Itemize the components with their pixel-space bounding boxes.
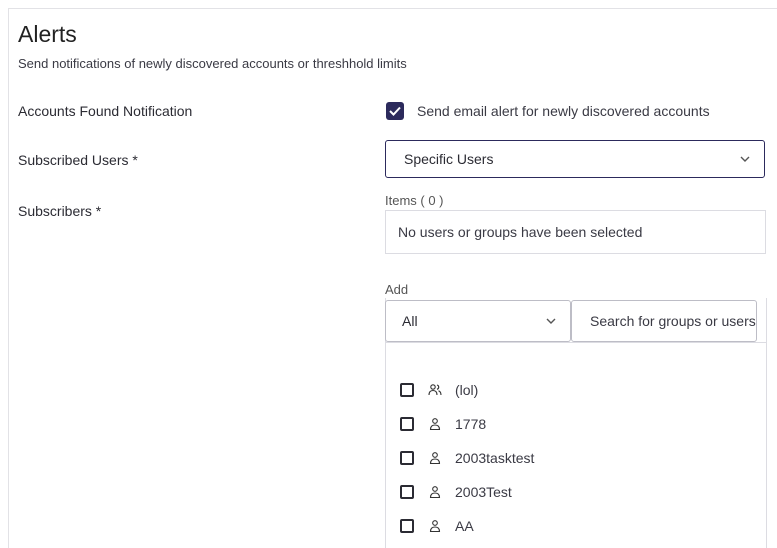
- divider: [766, 298, 767, 342]
- search-groups-users-input[interactable]: Search for groups or users: [571, 300, 757, 342]
- list-item-label: 2003tasktest: [455, 450, 535, 466]
- list-item[interactable]: 1778: [400, 413, 486, 435]
- accounts-found-label: Accounts Found Notification: [18, 103, 193, 119]
- subscribed-users-value: Specific Users: [404, 151, 494, 167]
- list-item-label: AA: [455, 518, 474, 534]
- chevron-down-icon: [546, 318, 556, 324]
- subscribers-label: Subscribers *: [18, 203, 102, 219]
- email-alert-checkbox[interactable]: [386, 102, 404, 120]
- subscribed-users-select[interactable]: Specific Users: [385, 140, 765, 178]
- selected-items-box: No users or groups have been selected: [385, 210, 766, 254]
- user-icon: [428, 451, 442, 465]
- list-item-label: 2003Test: [455, 484, 512, 500]
- divider: [385, 342, 767, 343]
- list-item-label: (lol): [455, 382, 479, 398]
- group-icon: [428, 383, 442, 397]
- list-item[interactable]: 2003Test: [400, 481, 512, 503]
- filter-type-select[interactable]: All: [385, 300, 571, 342]
- list-item-checkbox[interactable]: [400, 417, 414, 431]
- search-placeholder: Search for groups or users: [590, 313, 756, 329]
- list-item-label: 1778: [455, 416, 487, 432]
- filter-type-value: All: [402, 313, 418, 329]
- list-item-checkbox[interactable]: [400, 451, 414, 465]
- subscribed-users-label: Subscribed Users *: [18, 152, 138, 168]
- add-label: Add: [385, 282, 409, 297]
- list-item[interactable]: AA: [400, 515, 474, 537]
- items-count: Items ( 0 ): [385, 193, 444, 208]
- empty-selection-text: No users or groups have been selected: [398, 224, 643, 240]
- list-item-checkbox[interactable]: [400, 383, 414, 397]
- chevron-down-icon: [740, 156, 750, 162]
- user-icon: [428, 417, 442, 431]
- email-alert-label[interactable]: Send email alert for newly discovered ac…: [417, 103, 710, 119]
- list-item[interactable]: (lol): [400, 379, 478, 401]
- user-icon: [428, 519, 442, 533]
- list-item[interactable]: 2003tasktest: [400, 447, 534, 469]
- list-item-checkbox[interactable]: [400, 519, 414, 533]
- section-title: Alerts: [18, 21, 77, 47]
- section-subtitle: Send notifications of newly discovered a…: [18, 56, 407, 71]
- checkmark-icon: [389, 106, 401, 116]
- user-icon: [428, 485, 442, 499]
- list-item-checkbox[interactable]: [400, 485, 414, 499]
